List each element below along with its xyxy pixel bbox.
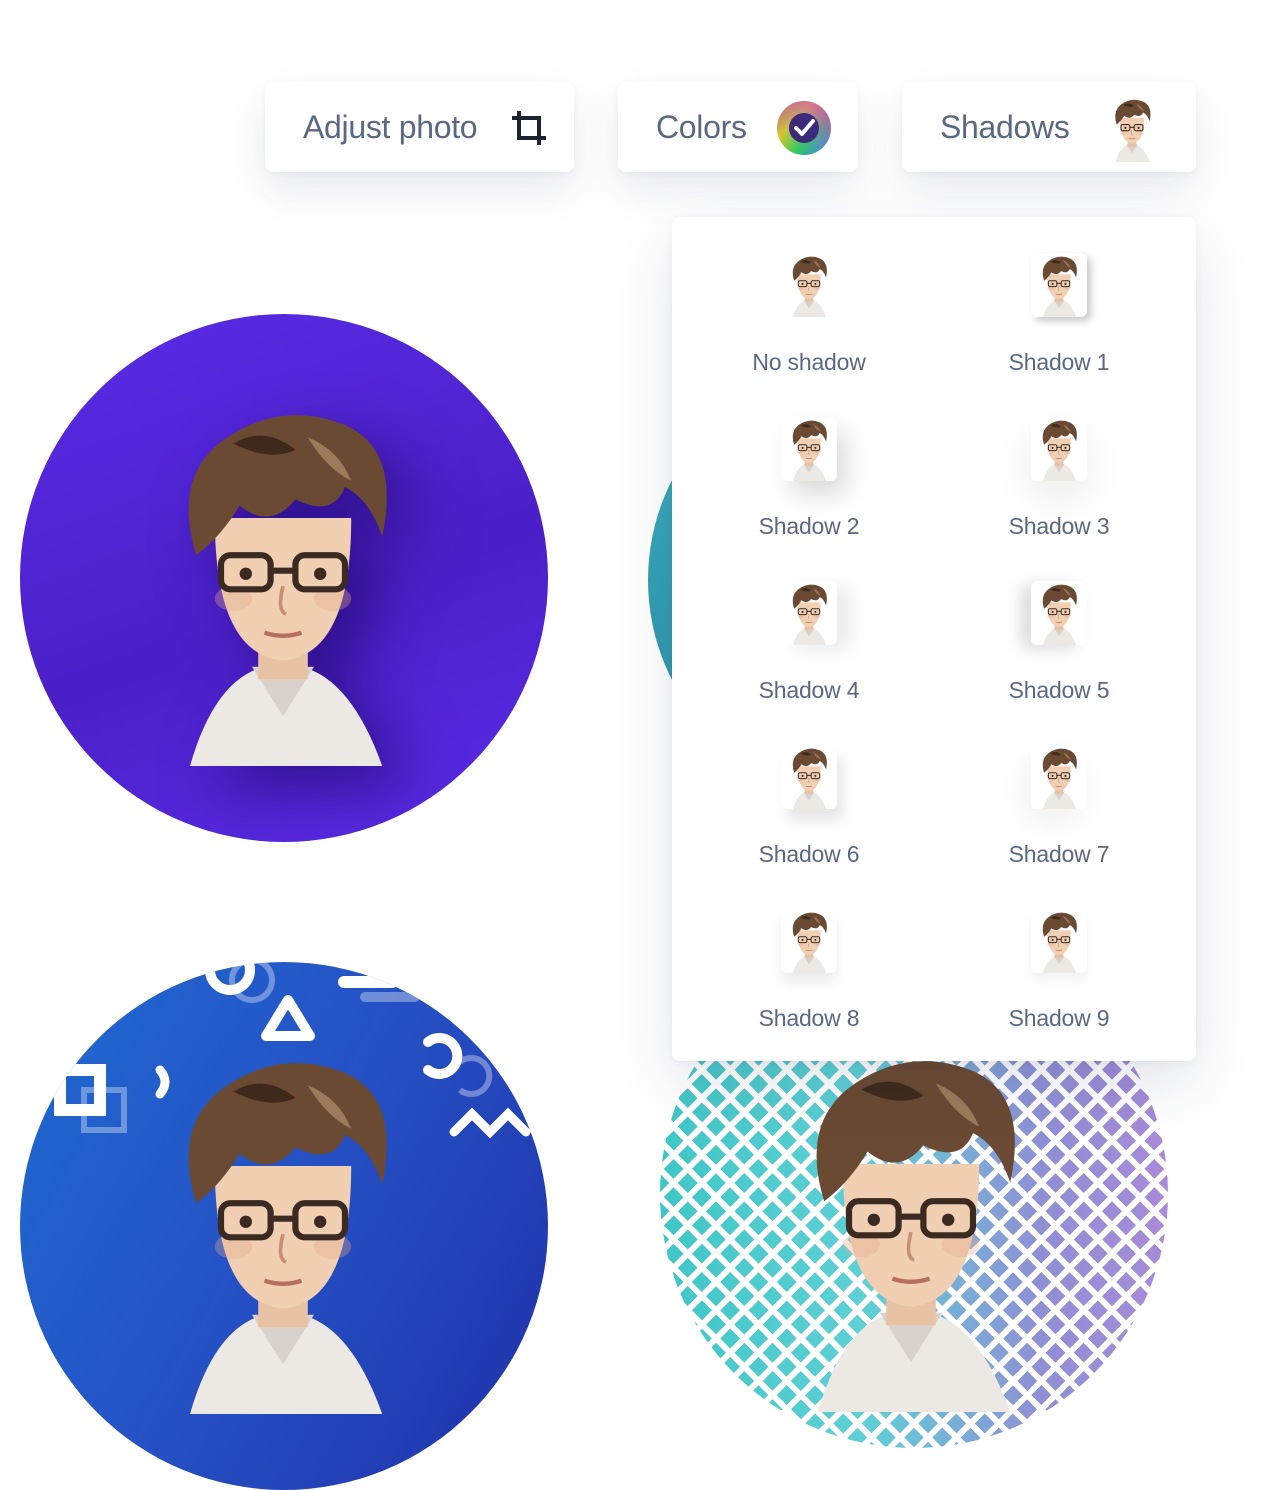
shadow-option-3[interactable]: Shadow 3 <box>959 417 1159 567</box>
avatar-thumbnail-icon <box>1102 96 1162 167</box>
shadow-option-label: Shadow 1 <box>1008 349 1110 375</box>
pattern-avatar-preview <box>20 962 548 1490</box>
shadow-option-label: Shadow 5 <box>1008 677 1110 703</box>
colors-label: Colors <box>656 108 747 145</box>
shadow-option-6[interactable]: Shadow 6 <box>709 745 909 895</box>
shadow-preview-thumbnail <box>781 745 837 809</box>
shadow-options-menu: No shadow Shadow 1 Shadow 2 Shadow 3 Sha… <box>672 217 1196 1061</box>
shadow-option-label: Shadow 2 <box>758 513 860 539</box>
shadow-option-2[interactable]: Shadow 2 <box>709 417 909 567</box>
portrait-illustration <box>756 1026 1066 1426</box>
shadow-option-1[interactable]: Shadow 1 <box>959 253 1159 403</box>
shadow-option-4[interactable]: Shadow 4 <box>709 581 909 731</box>
shadow-preview-thumbnail <box>1031 745 1087 809</box>
shadow-option-9[interactable]: Shadow 9 <box>959 909 1159 1059</box>
crop-icon <box>510 109 548 152</box>
portrait-illustration <box>128 380 438 780</box>
shadow-option-label: Shadow 6 <box>758 841 860 867</box>
shadow-preview-thumbnail <box>781 581 837 645</box>
shadow-option-7[interactable]: Shadow 7 <box>959 745 1159 895</box>
shadow-option-label: No shadow <box>752 349 866 375</box>
shadow-option-label: Shadow 8 <box>758 1005 860 1031</box>
shadows-button[interactable]: Shadows <box>902 82 1196 172</box>
shadow-option-label: Shadow 9 <box>1008 1005 1110 1031</box>
shadow-option-label: Shadow 7 <box>1008 841 1110 867</box>
shadow-preview-thumbnail <box>1031 909 1087 973</box>
shadow-preview-thumbnail <box>1031 581 1087 645</box>
adjust-photo-button[interactable]: Adjust photo <box>265 82 574 172</box>
color-wheel-check-icon <box>776 100 832 161</box>
purple-avatar-preview <box>20 314 548 842</box>
adjust-photo-label: Adjust photo <box>303 108 478 145</box>
shadow-preview-thumbnail <box>781 253 837 317</box>
colors-button[interactable]: Colors <box>618 82 858 172</box>
shadow-preview-thumbnail <box>1031 253 1087 317</box>
shadow-option-5[interactable]: Shadow 5 <box>959 581 1159 731</box>
shadow-option-label: Shadow 3 <box>1008 513 1110 539</box>
shadow-preview-thumbnail <box>1031 417 1087 481</box>
shadow-option-8[interactable]: Shadow 8 <box>709 909 909 1059</box>
shadow-preview-thumbnail <box>781 909 837 973</box>
shadows-label: Shadows <box>940 108 1070 145</box>
shadow-preview-thumbnail <box>781 417 837 481</box>
portrait-illustration <box>128 1028 438 1428</box>
shadow-option-label: Shadow 4 <box>758 677 860 703</box>
shadow-option-none[interactable]: No shadow <box>709 253 909 403</box>
